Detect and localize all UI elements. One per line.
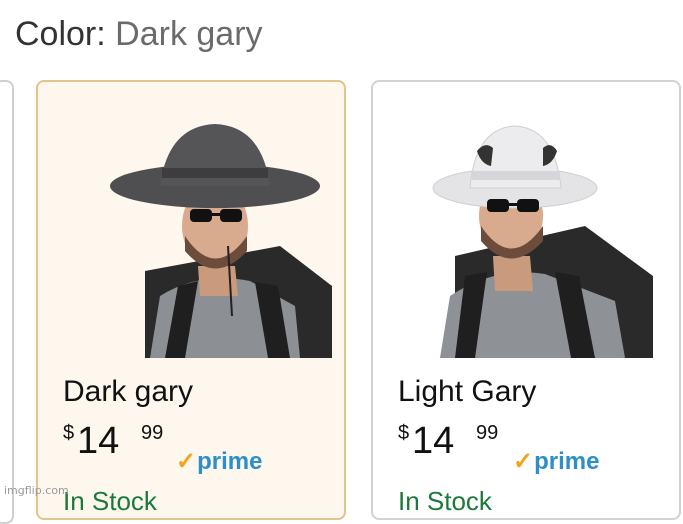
price-fraction: 99 xyxy=(476,422,499,444)
color-option-light-gary[interactable]: Light Gary $ 14 99 ✓prime In Stock xyxy=(371,80,681,520)
option-name: Dark gary xyxy=(63,375,194,408)
prime-check-icon: ✓ xyxy=(176,448,197,475)
prime-badge: ✓prime xyxy=(513,448,599,476)
color-selector-label: Color: Dark gary xyxy=(15,12,263,56)
price-fraction: 99 xyxy=(141,422,164,444)
price-whole: 14 xyxy=(77,420,120,462)
previous-option-card-edge[interactable] xyxy=(0,80,14,524)
color-option-dark-gary[interactable]: Dark gary $ 14 99 ✓prime In Stock xyxy=(36,80,346,520)
product-image-dark-hat xyxy=(50,96,336,358)
product-image-light-hat xyxy=(385,96,671,358)
prime-label: prime xyxy=(534,448,600,475)
option-name: Light Gary xyxy=(398,375,537,408)
watermark: imgflip.com xyxy=(4,484,69,497)
prime-check-icon: ✓ xyxy=(513,448,534,475)
price-currency: $ xyxy=(63,422,75,444)
price-currency: $ xyxy=(398,422,410,444)
stock-status: In Stock xyxy=(63,486,157,516)
color-label: Color: xyxy=(15,15,106,53)
selected-color-value: Dark gary xyxy=(115,15,263,53)
price-whole: 14 xyxy=(412,420,455,462)
stock-status: In Stock xyxy=(398,486,492,516)
prime-label: prime xyxy=(197,448,263,475)
prime-badge: ✓prime xyxy=(176,448,262,476)
